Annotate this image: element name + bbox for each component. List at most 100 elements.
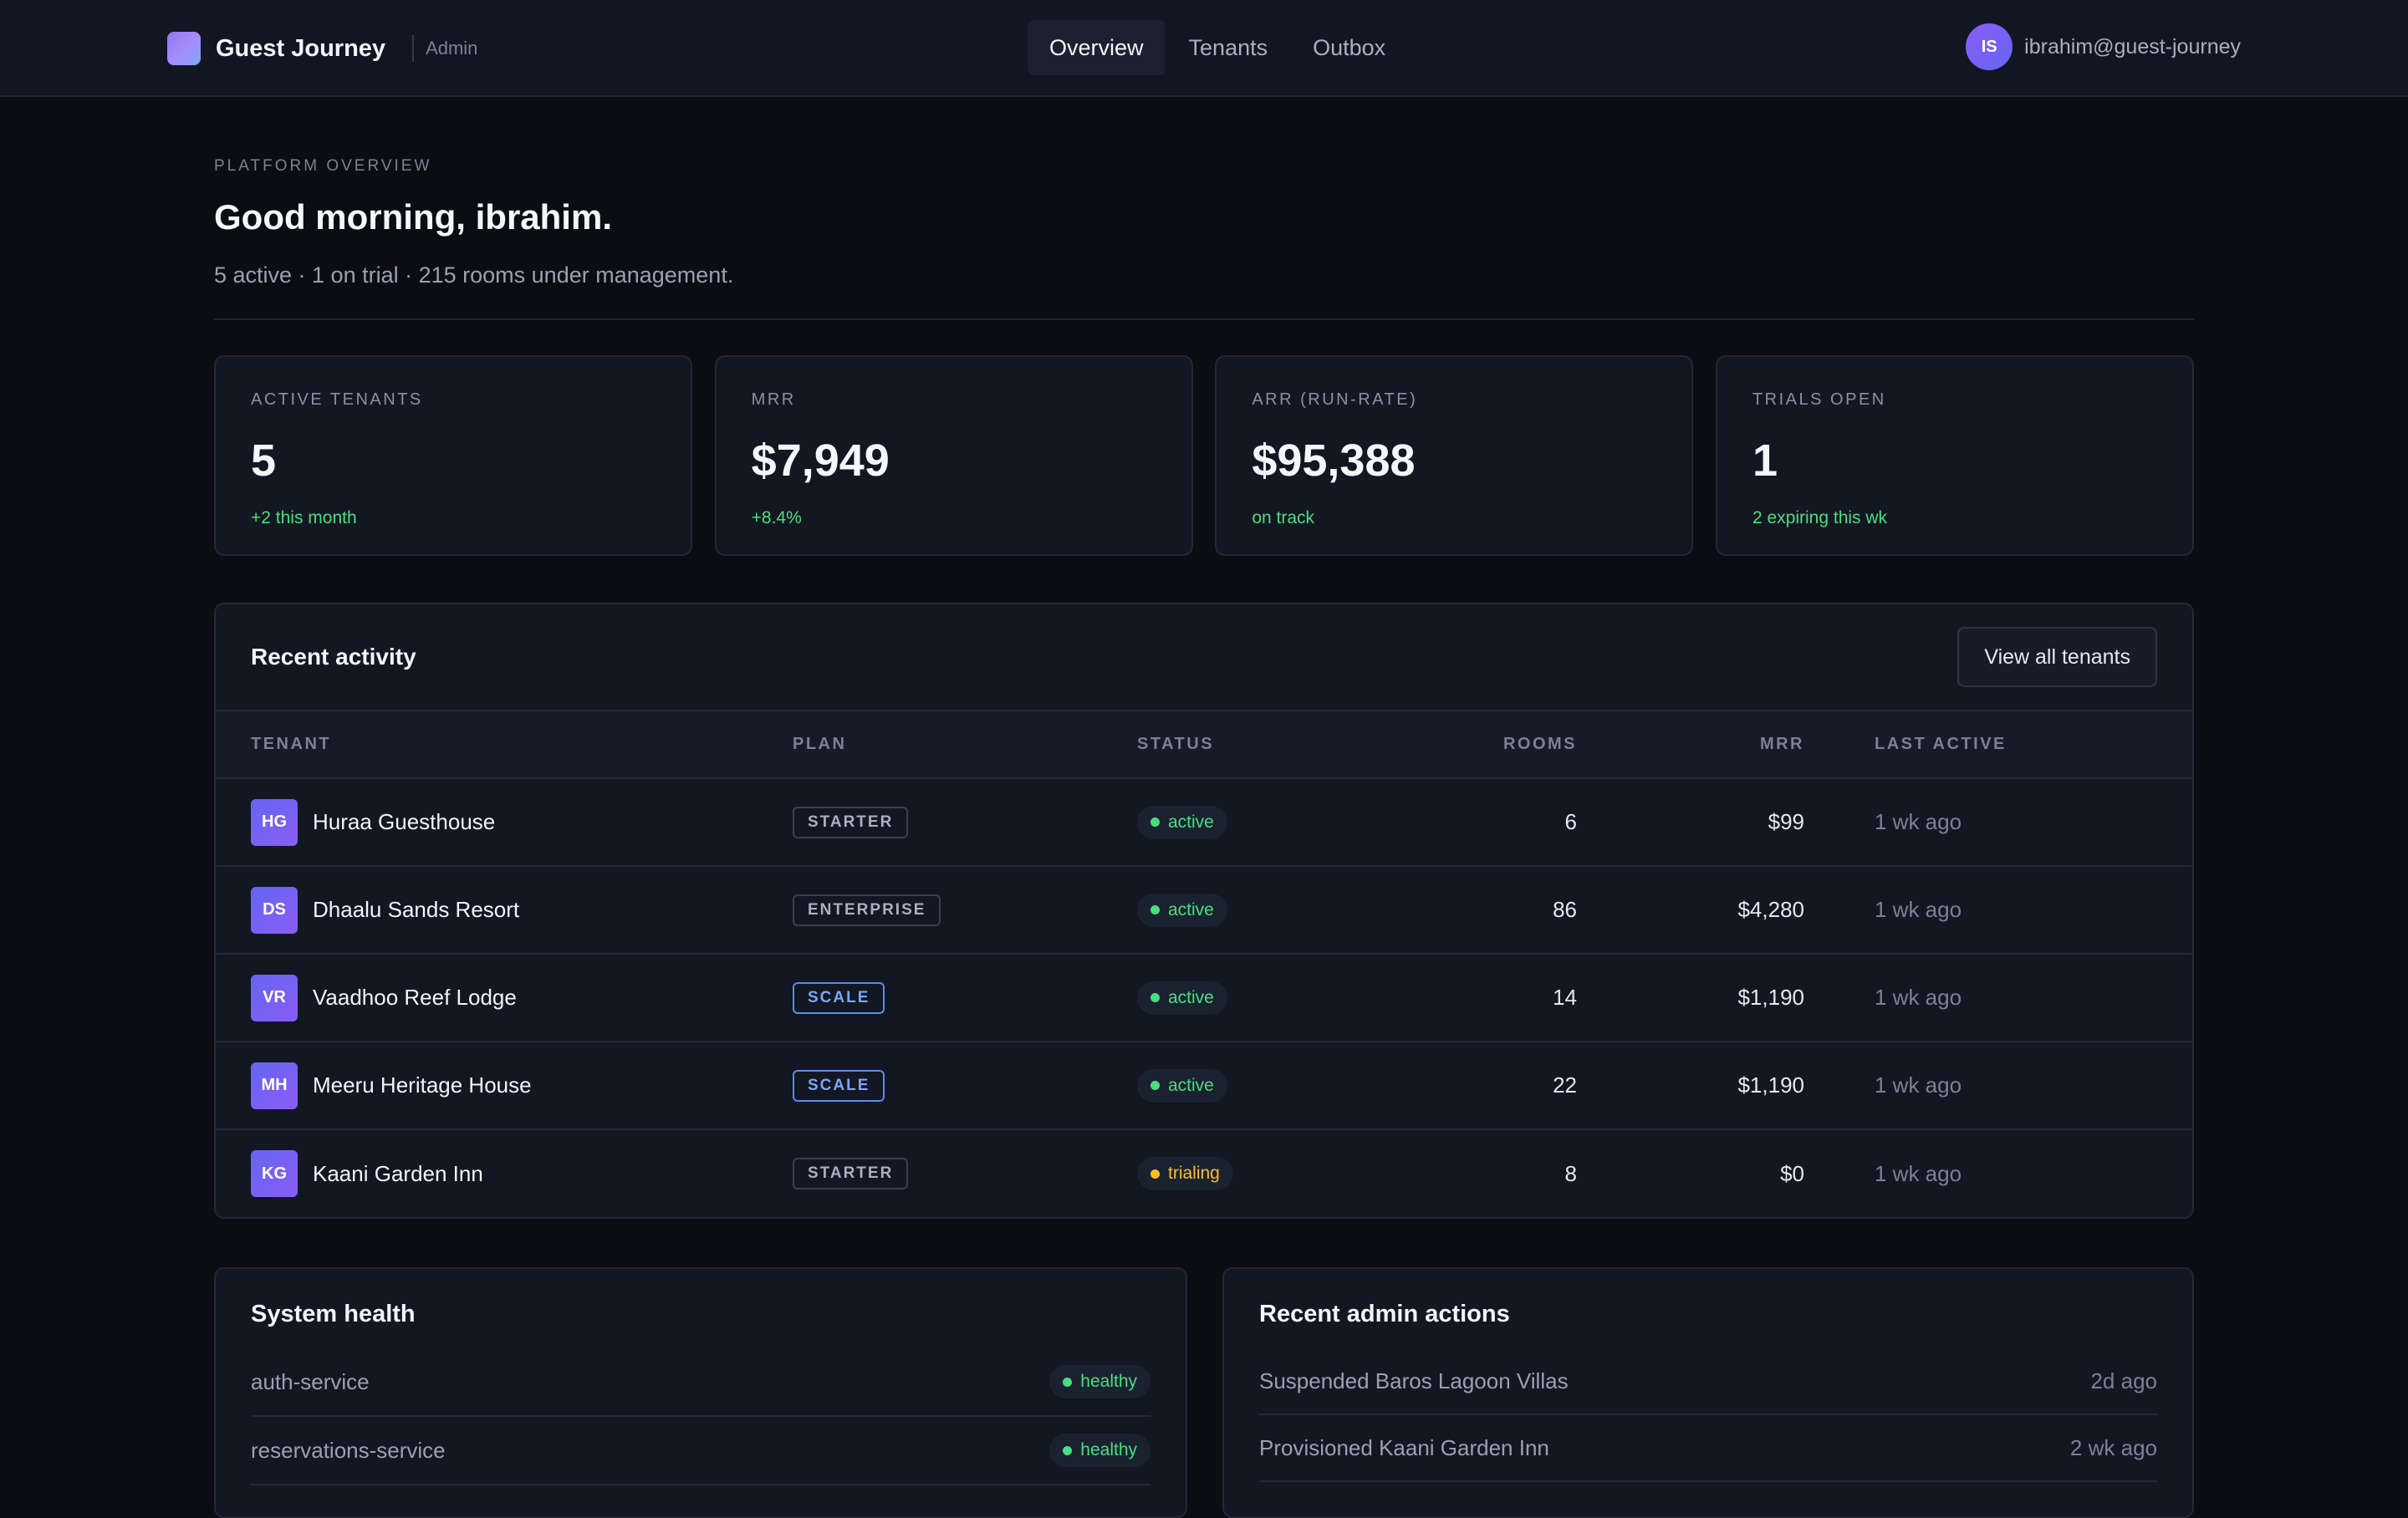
system-health-panel: System health auth-service healthy reser… [214, 1267, 1187, 1518]
main-nav: Overview Tenants Outbox [1028, 20, 1409, 75]
column-header-tenant[interactable]: TENANT [216, 711, 793, 779]
kpi-mrr: MRR $7,949 +8.4% [714, 355, 1193, 556]
mrr-value: $99 [1577, 778, 1804, 867]
column-header-status[interactable]: STATUS [1137, 711, 1388, 779]
status-dot-icon [1150, 993, 1160, 1002]
mrr-value: $4,280 [1577, 866, 1804, 955]
list-item[interactable]: Suspended Baros Lagoon Villas 2d ago [1259, 1348, 2157, 1415]
kpi-delta: +2 this month [251, 508, 357, 527]
table-row[interactable]: DS Dhaalu Sands Resort ENTERPRISE active… [216, 866, 2192, 955]
status-badge: active [1137, 805, 1227, 839]
tenant-name[interactable]: Kaani Garden Inn [313, 1161, 483, 1187]
kpi-value: $95,388 [1252, 436, 1416, 486]
divider [214, 318, 2194, 320]
health-text: healthy [1080, 1440, 1137, 1459]
plan-badge: STARTER [793, 1158, 909, 1189]
plan-badge: SCALE [793, 981, 885, 1014]
mrr-value: $0 [1780, 1160, 1804, 1186]
rooms-count: 22 [1388, 1042, 1577, 1130]
brand-logo-icon [167, 32, 201, 65]
table-row[interactable]: KG Kaani Garden Inn STARTER trialing 8 $… [216, 1129, 2192, 1217]
kpi-arr: ARR (RUN-RATE) $95,388 on track [1215, 355, 1694, 556]
mrr-value: $1,190 [1577, 954, 1804, 1042]
last-active: 1 wk ago [1804, 778, 2192, 867]
service-row: reservations-service healthy [251, 1417, 1150, 1485]
health-dot-icon [1063, 1377, 1073, 1387]
rooms-count: 6 [1388, 778, 1577, 867]
status-dot-icon [1150, 1081, 1160, 1090]
health-badge: healthy [1049, 1365, 1150, 1398]
service-name: auth-service [251, 1368, 370, 1394]
rooms-count: 14 [1388, 954, 1577, 1042]
kpi-value: 1 [1752, 436, 1778, 486]
tenant-name[interactable]: Vaadhoo Reef Lodge [313, 985, 517, 1011]
brand-separator [412, 35, 415, 62]
status-badge: trialing [1137, 1157, 1233, 1190]
column-header-rooms[interactable]: ROOMS [1388, 711, 1577, 779]
status-text: active [1168, 812, 1214, 832]
kpi-value: 5 [251, 436, 277, 486]
table-row[interactable]: HG Huraa Guesthouse STARTER active 6 $99… [216, 778, 2192, 867]
table-row[interactable]: MH Meeru Heritage House SCALE active 22 … [216, 1042, 2192, 1130]
tenant-name[interactable]: Dhaalu Sands Resort [313, 897, 519, 923]
status-text: trialing [1168, 1164, 1220, 1183]
last-active: 1 wk ago [1875, 1160, 1962, 1186]
column-header-plan[interactable]: PLAN [793, 711, 1137, 779]
panel-title: Recent activity [251, 644, 416, 670]
kpi-label: TRIALS OPEN [1752, 390, 1886, 409]
last-active: 1 wk ago [1804, 954, 2192, 1042]
view-all-tenants-button[interactable]: View all tenants [1957, 627, 2157, 687]
panel-header: Recent activity View all tenants [216, 604, 2192, 711]
tenant-name[interactable]: Huraa Guesthouse [313, 809, 495, 835]
user-email: ibrahim@guest-journey [2024, 34, 2241, 59]
user-avatar: IS [1966, 23, 2013, 70]
rooms-count: 8 [1564, 1160, 1577, 1186]
main-content: PLATFORM OVERVIEW Good morning, ibrahim.… [214, 97, 2194, 1518]
tenant-name[interactable]: Meeru Heritage House [313, 1072, 532, 1098]
status-dot-icon [1150, 905, 1160, 914]
activity-table: TENANT PLAN STATUS ROOMS MRR LAST ACTIVE… [216, 711, 2192, 1217]
last-active: 1 wk ago [1804, 866, 2192, 955]
tenant-avatar: KG [251, 1150, 298, 1197]
action-text: Suspended Baros Lagoon Villas [1259, 1368, 1569, 1393]
kpi-label: MRR [751, 390, 796, 409]
action-time: 2d ago [2090, 1368, 2157, 1393]
tenant-avatar: HG [251, 798, 298, 846]
kpi-active-tenants: ACTIVE TENANTS 5 +2 this month [214, 355, 692, 556]
status-dot-icon [1150, 1169, 1160, 1179]
status-badge: active [1137, 893, 1227, 927]
status-text: active [1168, 1075, 1214, 1095]
nav-overview[interactable]: Overview [1028, 20, 1166, 75]
brand-name: Guest Journey [216, 34, 386, 62]
kpi-delta: +8.4% [751, 508, 802, 527]
status-text: active [1168, 899, 1214, 919]
status-badge: active [1137, 1068, 1227, 1103]
kpi-label: ACTIVE TENANTS [251, 390, 423, 409]
mrr-value: $1,190 [1577, 1042, 1804, 1130]
kpi-delta: on track [1252, 508, 1315, 527]
status-badge: active [1137, 981, 1227, 1015]
plan-badge: SCALE [793, 1069, 885, 1102]
recent-activity-panel: Recent activity View all tenants TENANT … [214, 603, 2194, 1219]
nav-outbox[interactable]: Outbox [1291, 20, 1407, 75]
tenant-avatar: DS [251, 886, 298, 934]
column-header-mrr[interactable]: MRR [1577, 711, 1804, 779]
page-summary: 5 active · 1 on trial · 215 rooms under … [214, 262, 734, 288]
panel-title: System health [251, 1301, 416, 1327]
service-row: auth-service healthy [251, 1348, 1150, 1417]
column-header-last-active[interactable]: LAST ACTIVE [1804, 711, 2192, 779]
user-menu[interactable]: IS ibrahim@guest-journey [1966, 23, 2241, 70]
table-header-row: TENANT PLAN STATUS ROOMS MRR LAST ACTIVE [216, 711, 2192, 779]
action-text: Provisioned Kaani Garden Inn [1259, 1434, 1549, 1460]
table-row[interactable]: VR Vaadhoo Reef Lodge SCALE active 14 $1… [216, 954, 2192, 1042]
brand-tag: Admin [426, 38, 478, 59]
last-active: 1 wk ago [1804, 1042, 2192, 1130]
brand[interactable]: Guest Journey Admin [167, 32, 477, 65]
action-time: 2 wk ago [2069, 1434, 2157, 1460]
top-bar: Guest Journey Admin Overview Tenants Out… [0, 0, 2408, 97]
list-item[interactable]: Provisioned Kaani Garden Inn 2 wk ago [1259, 1415, 2157, 1482]
plan-badge: STARTER [793, 806, 909, 838]
health-badge: healthy [1049, 1434, 1150, 1467]
nav-tenants[interactable]: Tenants [1167, 20, 1290, 75]
page-title: Good morning, ibrahim. [214, 197, 612, 237]
